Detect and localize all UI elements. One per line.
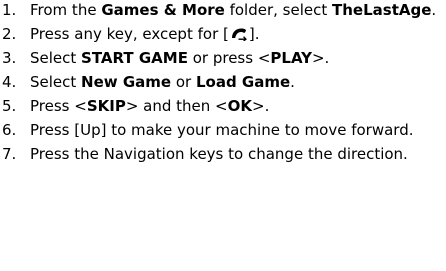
step-number: 6.	[2, 121, 17, 139]
step-number: 5.	[2, 97, 17, 115]
step-text-part: >.	[311, 49, 330, 67]
step-number: 4.	[2, 73, 17, 91]
step-item: 7. Press the Navigation keys to change t…	[0, 145, 446, 163]
menu-option: START GAME	[81, 49, 188, 67]
step-text-part: Select	[30, 73, 82, 91]
step-item: 2. Press any key, except for [].	[0, 25, 446, 43]
step-text-part: or press <	[187, 49, 271, 67]
step-text-part: folder, select	[224, 1, 333, 19]
step-number: 2.	[2, 25, 17, 43]
step-text: Press <SKIP> and then <OK>.	[30, 97, 446, 115]
step-text-part: Press any key, except for [	[30, 25, 229, 43]
steps-list: 1. From the Games & More folder, select …	[0, 1, 446, 163]
menu-option: Load Game	[195, 73, 291, 91]
step-text: Select START GAME or press <PLAY>.	[30, 49, 446, 67]
step-text: From the Games & More folder, select The…	[30, 1, 446, 19]
step-text-part: ].	[248, 25, 260, 43]
soft-key-label: PLAY	[270, 49, 312, 67]
step-item: 4. Select New Game or Load Game.	[0, 73, 446, 91]
soft-key-label: SKIP	[86, 97, 126, 115]
folder-name: Games & More	[101, 1, 225, 19]
instruction-page: 1. From the Games & More folder, select …	[0, 0, 446, 271]
step-text: Press [Up] to make your machine to move …	[30, 121, 414, 139]
step-number: 7.	[2, 145, 17, 163]
step-text: Press any key, except for [].	[30, 25, 446, 43]
end-call-icon	[229, 26, 249, 41]
step-text-part: >.	[252, 97, 270, 115]
step-text-part: Select	[30, 49, 82, 67]
step-text: Select New Game or Load Game.	[30, 73, 446, 91]
step-text-part: From the	[30, 1, 102, 19]
step-text-part: > and then <	[125, 97, 228, 115]
step-item: 1. From the Games & More folder, select …	[0, 1, 446, 19]
game-name: TheLastAge	[332, 1, 432, 19]
step-item: 6. Press [Up] to make your machine to mo…	[0, 121, 446, 139]
step-text-part: .	[290, 73, 295, 91]
step-text-part: Press <	[30, 97, 87, 115]
step-item: 3. Select START GAME or press <PLAY>.	[0, 49, 446, 67]
step-number: 1.	[2, 1, 17, 19]
step-item: 5. Press <SKIP> and then <OK>.	[0, 97, 446, 115]
menu-option: New Game	[81, 73, 172, 91]
step-text-part: .	[431, 1, 437, 19]
step-number: 3.	[2, 49, 17, 67]
step-text-part: or	[171, 73, 196, 91]
step-text: Press the Navigation keys to change the …	[30, 145, 408, 163]
soft-key-label: OK	[227, 97, 253, 115]
